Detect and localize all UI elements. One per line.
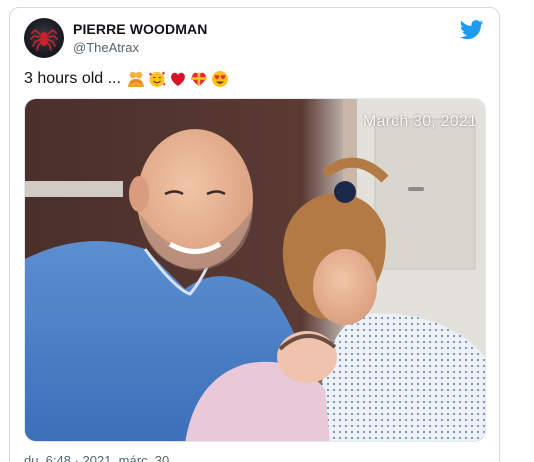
red-heart-emoji-icon xyxy=(171,72,185,86)
emoji-row xyxy=(127,70,229,88)
tweet-timestamp[interactable]: du. 6:48 · 2021. márc. 30. xyxy=(24,453,173,462)
photo-date-stamp: March 30, 2021 xyxy=(363,113,477,130)
tweet-text: 3 hours old ... xyxy=(24,70,229,88)
tweet-header: PIERRE WOODMAN @TheAtrax xyxy=(24,18,484,62)
spider-icon xyxy=(30,28,58,51)
smiling-face-with-hearts-emoji-icon xyxy=(148,71,166,87)
author-name[interactable]: PIERRE WOODMAN xyxy=(73,21,207,37)
family-photo-illustration xyxy=(25,99,485,441)
tweet-card[interactable]: PIERRE WOODMAN @TheAtrax 3 hours old ... xyxy=(9,7,500,462)
author-handle[interactable]: @TheAtrax xyxy=(73,40,207,55)
tweet-photo[interactable]: March 30, 2021 xyxy=(24,98,486,442)
twitter-bird-icon[interactable] xyxy=(460,20,484,40)
heart-with-ribbon-emoji-icon xyxy=(190,72,207,86)
avatar[interactable] xyxy=(24,18,64,58)
author-info[interactable]: PIERRE WOODMAN @TheAtrax xyxy=(73,21,207,55)
tweet-text-content: 3 hours old ... xyxy=(24,70,121,87)
people-hugging-emoji-icon xyxy=(127,71,144,87)
heart-eyes-emoji-icon xyxy=(211,71,228,87)
